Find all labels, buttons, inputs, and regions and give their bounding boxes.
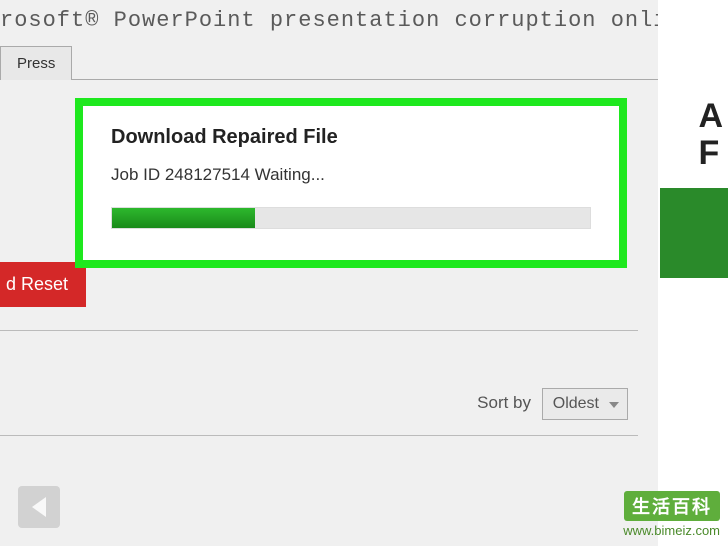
tab-press[interactable]: Press [0,46,72,80]
right-letter-2: F [698,135,723,172]
sort-selected-value: Oldest [553,395,599,412]
sort-row: Sort by Oldest [477,388,628,420]
watermark-brand: 生活百科 [624,491,720,521]
progress-bar [111,207,591,229]
right-panel-green [660,188,728,278]
page-title: rosoft® PowerPoint presentation corrupti… [0,0,728,45]
prev-arrow-button[interactable] [18,486,60,528]
sort-select[interactable]: Oldest [542,388,628,420]
tab-bar: Press [0,45,728,80]
right-panel-letters: A F [698,98,723,173]
divider-2 [0,435,638,436]
divider-1 [0,330,638,331]
watermark-url: www.bimeiz.com [623,523,720,538]
reset-button[interactable]: d Reset [0,262,86,307]
download-dialog: Download Repaired File Job ID 248127514 … [75,98,627,268]
sort-label: Sort by [477,393,531,412]
progress-fill [112,208,255,228]
right-letter-1: A [698,98,723,135]
dialog-title: Download Repaired File [111,126,591,149]
dialog-status-text: Job ID 248127514 Waiting... [111,165,591,185]
watermark: 生活百科 www.bimeiz.com [623,491,720,538]
